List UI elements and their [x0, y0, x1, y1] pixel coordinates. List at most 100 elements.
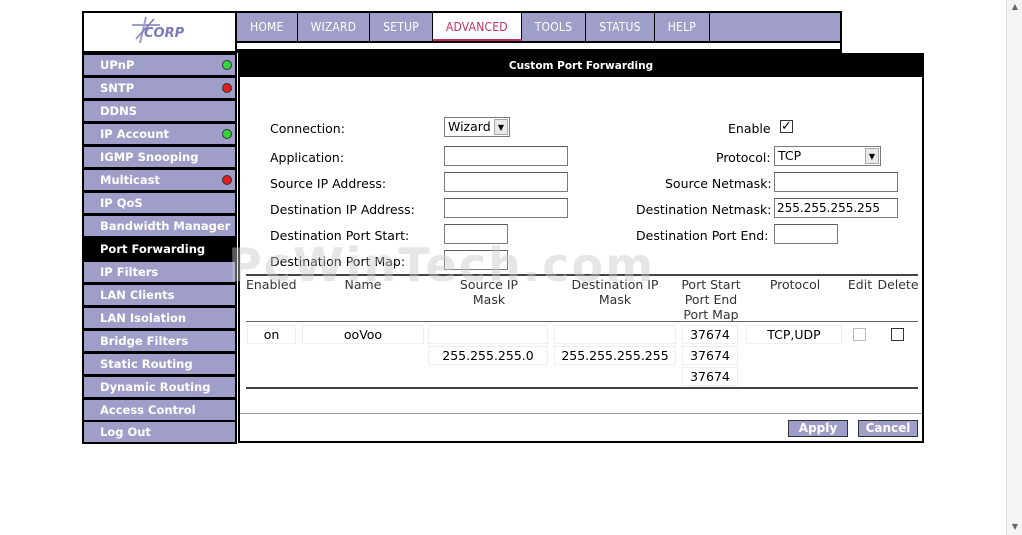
- sidebar-item-label: LAN Isolation: [100, 311, 187, 325]
- sidebar-item-bridge-filters[interactable]: Bridge Filters: [84, 331, 235, 351]
- svg-text:CORP: CORP: [144, 26, 185, 41]
- tab-tools[interactable]: TOOLS: [522, 13, 587, 41]
- sidebar-item-ddns[interactable]: DDNS: [84, 101, 235, 121]
- protocol-label: Protocol:: [716, 150, 771, 165]
- col-protocol: Protocol: [769, 277, 821, 292]
- sidebar-item-label: Static Routing: [100, 357, 193, 371]
- table-bottom-divider: [246, 387, 918, 389]
- enable-label: Enable: [728, 121, 771, 136]
- cell-source-mask: 255.255.255.0: [428, 346, 548, 365]
- tab-wizard[interactable]: WIZARD: [298, 13, 371, 41]
- panel-title: Custom Port Forwarding: [240, 55, 922, 77]
- tab-help[interactable]: HELP: [655, 13, 710, 41]
- sidebar-item-label: Bandwidth Manager: [100, 219, 231, 233]
- connection-value: Wizard: [448, 119, 491, 134]
- vertical-scrollbar[interactable]: ▲ ▼: [1006, 0, 1022, 535]
- sidebar-item-dynamic-routing[interactable]: Dynamic Routing: [84, 377, 235, 397]
- status-red-icon: [222, 175, 232, 185]
- cell-name: ooVoo: [302, 325, 424, 344]
- sidebar-item-label: Log Out: [100, 425, 151, 439]
- sidebar-item-igmp-snooping[interactable]: IGMP Snooping: [84, 147, 235, 167]
- edit-checkbox[interactable]: [853, 328, 866, 341]
- sidebar-item-log-out[interactable]: Log Out: [84, 422, 235, 442]
- sidebar-item-label: SNTP: [100, 81, 135, 95]
- connection-label: Connection:: [270, 121, 345, 136]
- sidebar-item-upnp[interactable]: UPnP: [84, 55, 235, 75]
- dest-ip-input[interactable]: [444, 198, 568, 218]
- application-label: Application:: [270, 150, 345, 165]
- acorp-logo-icon: CORP: [132, 16, 185, 44]
- sidebar-item-bandwidth-manager[interactable]: Bandwidth Manager: [84, 216, 235, 236]
- cell-dest-mask: 255.255.255.255: [554, 346, 676, 365]
- scroll-down-icon[interactable]: ▼: [1010, 522, 1020, 532]
- tab-advanced[interactable]: ADVANCED: [432, 13, 522, 41]
- sidebar-item-ip-qos[interactable]: IP QoS: [84, 193, 235, 213]
- sidebar: UPnP SNTP DDNS IP Account IGMP Snooping …: [82, 53, 237, 444]
- logo: CORP: [84, 13, 235, 51]
- delete-checkbox[interactable]: [891, 328, 904, 341]
- sidebar-item-multicast[interactable]: Multicast: [84, 170, 235, 190]
- dest-port-start-label: Destination Port Start:: [270, 228, 410, 243]
- connection-select[interactable]: Wizard ▼: [444, 117, 510, 137]
- cell-protocol: TCP,UDP: [746, 325, 842, 344]
- sidebar-item-label: IGMP Snooping: [100, 150, 199, 164]
- col-source-ip-mask: Source IP Mask: [459, 277, 519, 307]
- enable-checkbox[interactable]: ✓: [780, 120, 793, 133]
- col-enabled: Enabled: [246, 277, 297, 292]
- sidebar-item-static-routing[interactable]: Static Routing: [84, 354, 235, 374]
- status-green-icon: [222, 129, 232, 139]
- main-nav: HOME WIZARD SETUP ADVANCED TOOLS STATUS …: [237, 13, 840, 41]
- sidebar-item-ip-account[interactable]: IP Account: [84, 124, 235, 144]
- protocol-select[interactable]: TCP ▼: [774, 146, 881, 166]
- sidebar-item-label: IP Account: [100, 127, 170, 141]
- port-forwarding-panel: Custom Port Forwarding Connection: Wizar…: [238, 53, 924, 443]
- source-netmask-input[interactable]: [774, 172, 898, 192]
- sidebar-item-label: Multicast: [100, 173, 160, 187]
- chevron-down-icon[interactable]: ▼: [494, 119, 508, 135]
- sidebar-item-label: DDNS: [100, 104, 137, 118]
- col-destination-ip-mask: Destination IP Mask: [571, 277, 659, 307]
- cancel-button[interactable]: Cancel: [858, 420, 918, 437]
- cell-port-start: 37674: [682, 325, 738, 344]
- col-ports: Port Start Port End Port Map: [681, 277, 741, 322]
- tab-home[interactable]: HOME: [237, 13, 298, 41]
- scroll-up-icon[interactable]: ▲: [1010, 2, 1020, 12]
- apply-button[interactable]: Apply: [788, 420, 848, 437]
- sidebar-item-label: IP QoS: [100, 196, 143, 210]
- nav-filler: [710, 13, 840, 41]
- table-header-divider: [246, 321, 918, 322]
- sidebar-item-label: Dynamic Routing: [100, 380, 211, 394]
- tab-status[interactable]: STATUS: [586, 13, 655, 41]
- dest-port-map-label: Destination Port Map:: [270, 254, 406, 269]
- sidebar-item-lan-isolation[interactable]: LAN Isolation: [84, 308, 235, 328]
- protocol-value: TCP: [778, 148, 802, 163]
- dest-port-start-input[interactable]: [444, 224, 508, 244]
- cell-enabled: on: [247, 325, 296, 344]
- tab-setup[interactable]: SETUP: [370, 13, 433, 41]
- dest-port-end-input[interactable]: [774, 224, 838, 244]
- application-input[interactable]: [444, 146, 568, 166]
- col-edit: Edit: [847, 277, 873, 292]
- dest-netmask-input[interactable]: 255.255.255.255: [774, 198, 898, 218]
- sidebar-item-label: Bridge Filters: [100, 334, 189, 348]
- status-green-icon: [222, 60, 232, 70]
- sidebar-item-label: IP Filters: [100, 265, 159, 279]
- dest-netmask-label: Destination Netmask:: [636, 202, 772, 217]
- dest-port-end-label: Destination Port End:: [636, 228, 769, 243]
- cell-port-end: 37674: [682, 346, 738, 365]
- button-bar-divider: [240, 413, 922, 414]
- source-ip-input[interactable]: [444, 172, 568, 192]
- cell-source-ip: [428, 325, 548, 344]
- sidebar-item-ip-filters[interactable]: IP Filters: [84, 262, 235, 282]
- col-delete: Delete: [877, 277, 919, 292]
- col-name: Name: [344, 277, 382, 292]
- dest-port-map-input[interactable]: [444, 250, 508, 270]
- sidebar-item-lan-clients[interactable]: LAN Clients: [84, 285, 235, 305]
- dest-ip-label: Destination IP Address:: [270, 202, 415, 217]
- sidebar-item-port-forwarding[interactable]: Port Forwarding: [84, 239, 235, 259]
- sidebar-item-sntp[interactable]: SNTP: [84, 78, 235, 98]
- sidebar-item-access-control[interactable]: Access Control: [84, 400, 235, 420]
- chevron-down-icon[interactable]: ▼: [865, 148, 879, 164]
- table-top-divider: [246, 274, 918, 276]
- cell-dest-ip: [554, 325, 676, 344]
